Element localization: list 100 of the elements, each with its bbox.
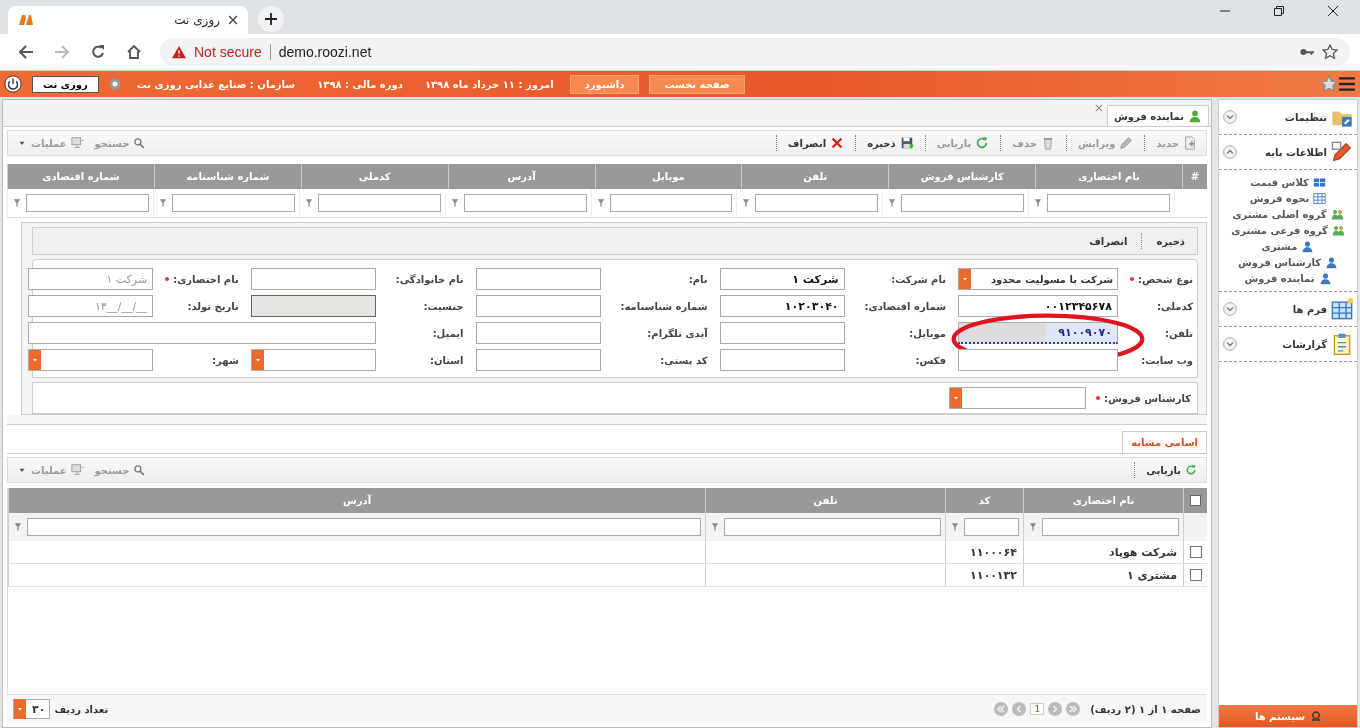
sidebar-item[interactable]: کارشناس فروش (1237, 256, 1339, 269)
new-tab-button[interactable] (258, 6, 284, 32)
panel-tab[interactable]: اسامی مشابه (1122, 431, 1207, 453)
input-field[interactable]: ۱۰۲۰۳۰۴۰ (719, 295, 845, 317)
filter-icon[interactable] (449, 198, 460, 208)
address-bar[interactable]: Not secure demo.roozi.net (160, 38, 1350, 66)
next-page-button[interactable] (1012, 702, 1027, 716)
chevron-down-icon[interactable] (1223, 337, 1237, 351)
field-label: نام خانوادگی: (395, 273, 464, 285)
input-field[interactable] (28, 322, 376, 344)
input-field[interactable] (475, 349, 601, 371)
refresh-button[interactable]: بازیابی (1143, 462, 1200, 478)
toolbar-button[interactable]: ذخیره (864, 134, 917, 152)
input-field[interactable]: ۰۰۱۲۳۴۵۶۷۸ (957, 295, 1118, 317)
menu-icon[interactable] (1338, 75, 1356, 93)
circle-icon[interactable] (108, 78, 121, 90)
browser-tab[interactable]: روزی نت (8, 6, 248, 34)
filter-icon[interactable] (950, 522, 960, 532)
forward-arrow-icon[interactable] (54, 44, 70, 60)
input-field[interactable]: ۹۱۰۰۹۰۷۰ (957, 322, 1118, 344)
filter-icon[interactable] (1028, 522, 1038, 532)
sidebar-section-header[interactable]: تنظیمات (1219, 100, 1357, 135)
dropdown-field[interactable] (948, 387, 1086, 409)
sidebar-item[interactable]: کلاس قیمت (1250, 176, 1326, 189)
filter-icon[interactable] (303, 198, 314, 208)
filter-field[interactable] (609, 194, 733, 212)
power-icon[interactable] (4, 75, 22, 93)
dropdown-field[interactable] (28, 349, 154, 371)
page-summary: صفحه ۱ از ۱ (۲ ردیف) (1090, 703, 1201, 715)
input-field[interactable] (719, 322, 845, 344)
filter-field[interactable] (171, 194, 295, 212)
filter-icon[interactable] (741, 198, 752, 208)
input-field[interactable] (475, 295, 601, 317)
input-field[interactable]: شرکت ۱ (28, 268, 154, 290)
reload-icon[interactable] (90, 44, 106, 60)
input-field[interactable] (719, 349, 845, 371)
filter-field[interactable] (26, 194, 149, 212)
sidebar-item[interactable]: نماینده فروش (1244, 272, 1332, 285)
field-label: نام اختصاری: (173, 273, 239, 285)
rows-per-page-label: تعداد ردیف (54, 703, 109, 715)
input-field[interactable]: ۱۳__/__/__ (28, 295, 154, 317)
select-all-checkbox[interactable] (1190, 495, 1201, 506)
filter-field[interactable] (755, 194, 879, 212)
filter-field[interactable] (724, 518, 941, 536)
input-field[interactable] (250, 268, 376, 290)
sidebar-section-header[interactable]: فرم ها (1219, 292, 1357, 327)
restore-icon[interactable] (1274, 6, 1284, 16)
close-icon[interactable] (228, 15, 238, 25)
splitter-handle[interactable] (7, 415, 1207, 425)
filter-field[interactable] (1047, 194, 1170, 212)
user-button[interactable]: روزی نت (32, 75, 99, 93)
rows-per-page-dropdown[interactable]: ۳۰ (13, 699, 51, 719)
filter-field[interactable] (1042, 518, 1179, 536)
filter-icon[interactable] (1033, 198, 1044, 208)
input-field[interactable]: شرکت ۱ (719, 268, 845, 290)
form-action-button[interactable]: ذخیره (1150, 234, 1191, 248)
sidebar-section-header[interactable]: گزارشات (1219, 327, 1357, 362)
sidebar-section-header[interactable]: اطلاعات پایه (1219, 135, 1357, 170)
home-icon[interactable] (126, 44, 142, 60)
filter-icon[interactable] (710, 522, 720, 532)
sidebar-item[interactable]: گروه فرعی مشتری (1231, 224, 1345, 237)
star-icon[interactable] (1322, 44, 1338, 60)
filter-field[interactable] (317, 194, 441, 212)
row-checkbox[interactable] (1189, 546, 1202, 558)
sidebar-item[interactable]: مشتری (1261, 240, 1315, 253)
last-page-button[interactable] (994, 702, 1009, 716)
dropdown-field[interactable] (250, 349, 376, 371)
input-field[interactable] (957, 349, 1118, 371)
document-tab[interactable]: نماینده فروش (1107, 105, 1209, 126)
tab-label: نماینده فروش (1114, 110, 1184, 122)
field-label: فکس: (915, 354, 946, 366)
chevron-up-icon[interactable] (1223, 145, 1237, 159)
filter-icon[interactable] (595, 198, 606, 208)
previous-page-button[interactable] (1048, 702, 1063, 716)
field-label: نوع شخص: (1137, 273, 1193, 285)
filter-field[interactable] (964, 518, 1019, 536)
dropdown-field[interactable]: شرکت با مسولیت محدود (957, 268, 1118, 290)
toolbar-button[interactable]: انصراف (784, 134, 848, 152)
filter-field[interactable] (27, 518, 701, 536)
form-action-button[interactable]: انصراف (1083, 234, 1134, 248)
field-label: کد پستی: (660, 354, 708, 366)
current-page[interactable]: 1 (1030, 703, 1045, 715)
back-arrow-icon[interactable] (18, 44, 34, 60)
row-checkbox[interactable] (1189, 569, 1202, 581)
chevron-down-icon[interactable] (1223, 110, 1237, 124)
sidebar-item[interactable]: نحوه فروش (1249, 192, 1327, 205)
person-icon (1318, 272, 1332, 285)
star-icon[interactable] (1320, 75, 1338, 93)
filter-icon[interactable] (13, 522, 23, 532)
filter-icon[interactable] (12, 198, 22, 208)
close-icon[interactable] (1328, 6, 1338, 16)
filter-field[interactable] (463, 194, 587, 212)
filter-icon[interactable] (887, 198, 898, 208)
sidebar-item[interactable]: گروه اصلی مشتری (1232, 208, 1344, 221)
chevron-down-icon[interactable] (1223, 302, 1237, 316)
input-field[interactable] (475, 268, 601, 290)
filter-field[interactable] (901, 194, 1025, 212)
input-field[interactable] (475, 322, 601, 344)
filter-icon[interactable] (157, 198, 168, 208)
first-page-button[interactable] (1066, 702, 1081, 716)
